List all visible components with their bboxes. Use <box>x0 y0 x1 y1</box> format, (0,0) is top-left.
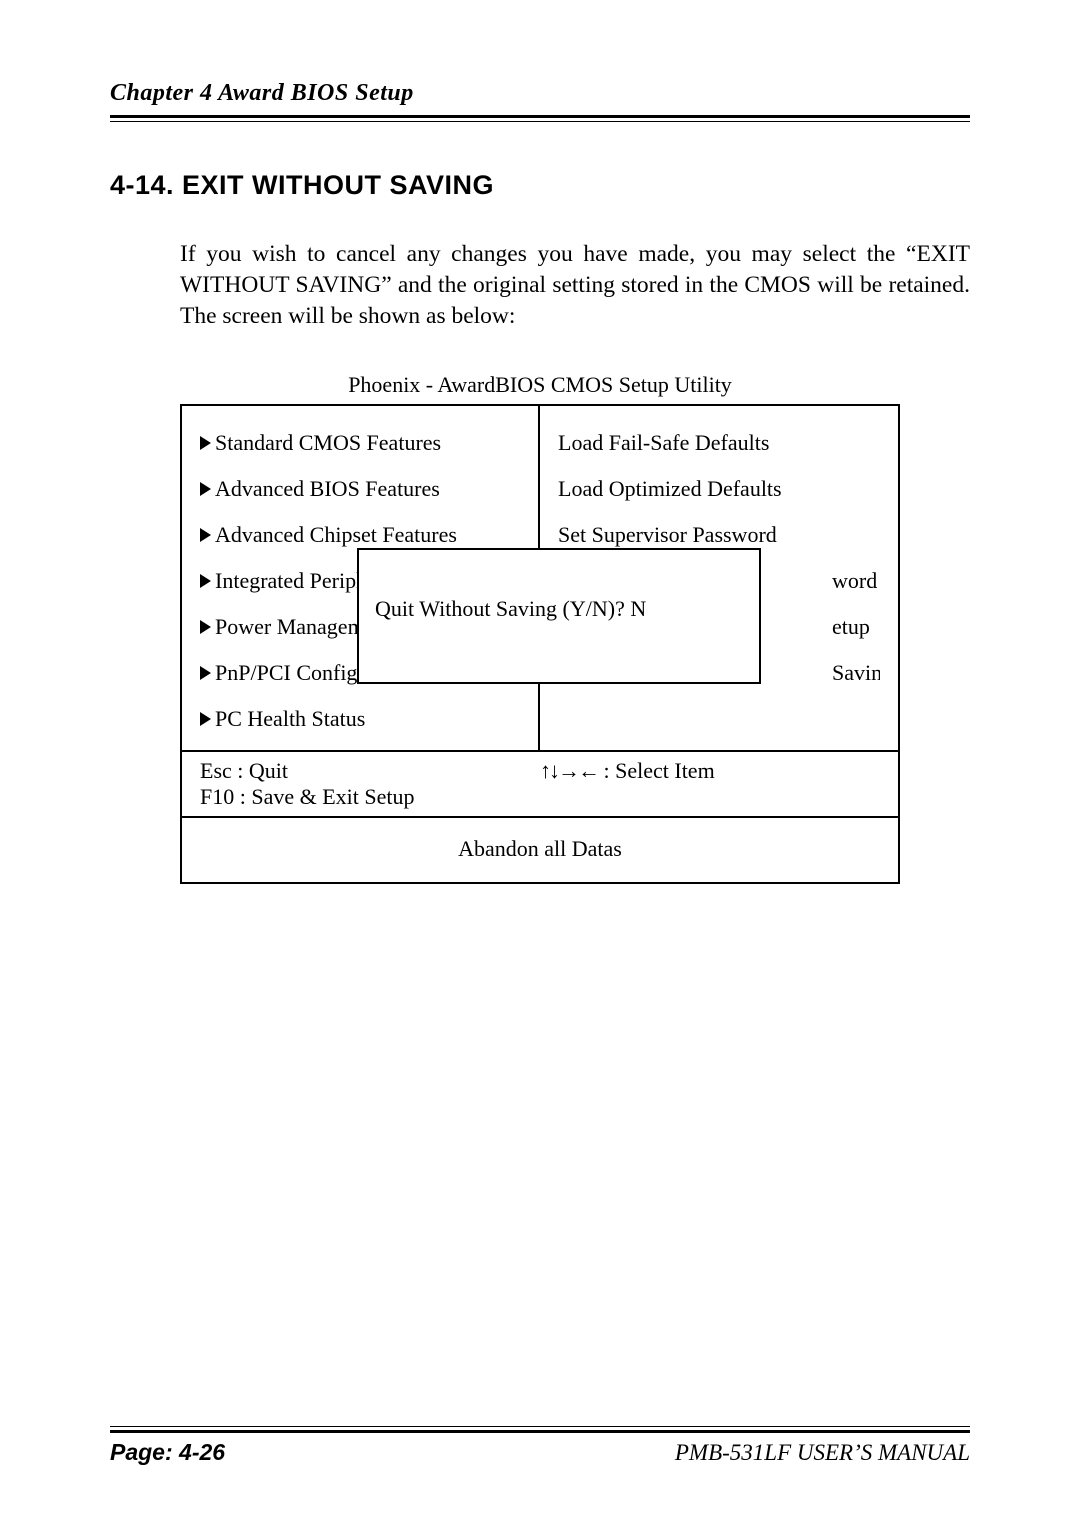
nav-select: : Select Item <box>598 758 715 783</box>
triangle-icon <box>200 712 211 726</box>
page-header: Chapter 4 Award BIOS Setup <box>110 80 970 113</box>
menu-pc-health[interactable]: PC Health Status <box>200 706 520 732</box>
triangle-icon <box>200 574 211 588</box>
manual-name: PMB-531LF USER’S MANUAL <box>675 1440 970 1466</box>
menu-label: Advanced Chipset Features <box>215 522 457 548</box>
menu-label: etup <box>832 614 870 640</box>
nav-f10: F10 : Save & Exit Setup <box>200 784 540 810</box>
page-footer: Page: 4-26 PMB-531LF USER’S MANUAL <box>110 1426 970 1466</box>
triangle-icon <box>200 528 211 542</box>
quit-dialog[interactable]: Quit Without Saving (Y/N)? N <box>357 548 761 684</box>
page-number: Page: 4-26 <box>110 1439 225 1466</box>
menu-label: Set Supervisor Password <box>558 522 777 548</box>
bios-nav-bar: Esc : Quit F10 : Save & Exit Setup ↑↓→← … <box>182 750 898 816</box>
menu-label: Saving <box>832 660 880 686</box>
bios-caption: Phoenix - AwardBIOS CMOS Setup Utility <box>110 372 970 398</box>
menu-optimized-defaults[interactable]: Load Optimized Defaults <box>558 476 880 502</box>
arrow-icons: ↑↓→← <box>540 758 598 783</box>
nav-esc: Esc : Quit <box>200 758 540 784</box>
menu-advanced-chipset[interactable]: Advanced Chipset Features <box>200 522 520 548</box>
menu-label: PC Health Status <box>215 706 365 732</box>
dialog-text: Quit Without Saving (Y/N)? N <box>375 596 646 621</box>
menu-label: Standard CMOS Features <box>215 430 441 456</box>
footer-rule <box>110 1426 970 1433</box>
menu-advanced-bios[interactable]: Advanced BIOS Features <box>200 476 520 502</box>
section-title: 4-14. EXIT WITHOUT SAVING <box>110 170 970 201</box>
menu-standard-cmos[interactable]: Standard CMOS Features <box>200 430 520 456</box>
menu-label: word <box>832 568 877 594</box>
menu-label: Load Optimized Defaults <box>558 476 782 502</box>
bios-footer: Abandon all Datas <box>182 816 898 882</box>
header-rule <box>110 115 970 122</box>
bios-window: Standard CMOS Features Advanced BIOS Fea… <box>180 404 900 884</box>
menu-failsafe-defaults[interactable]: Load Fail-Safe Defaults <box>558 430 880 456</box>
menu-label: Advanced BIOS Features <box>215 476 440 502</box>
triangle-icon <box>200 482 211 496</box>
triangle-icon <box>200 666 211 680</box>
triangle-icon <box>200 620 211 634</box>
menu-label: Load Fail-Safe Defaults <box>558 430 769 456</box>
section-body: If you wish to cancel any changes you ha… <box>180 239 970 332</box>
menu-supervisor-password[interactable]: Set Supervisor Password <box>558 522 880 548</box>
triangle-icon <box>200 436 211 450</box>
